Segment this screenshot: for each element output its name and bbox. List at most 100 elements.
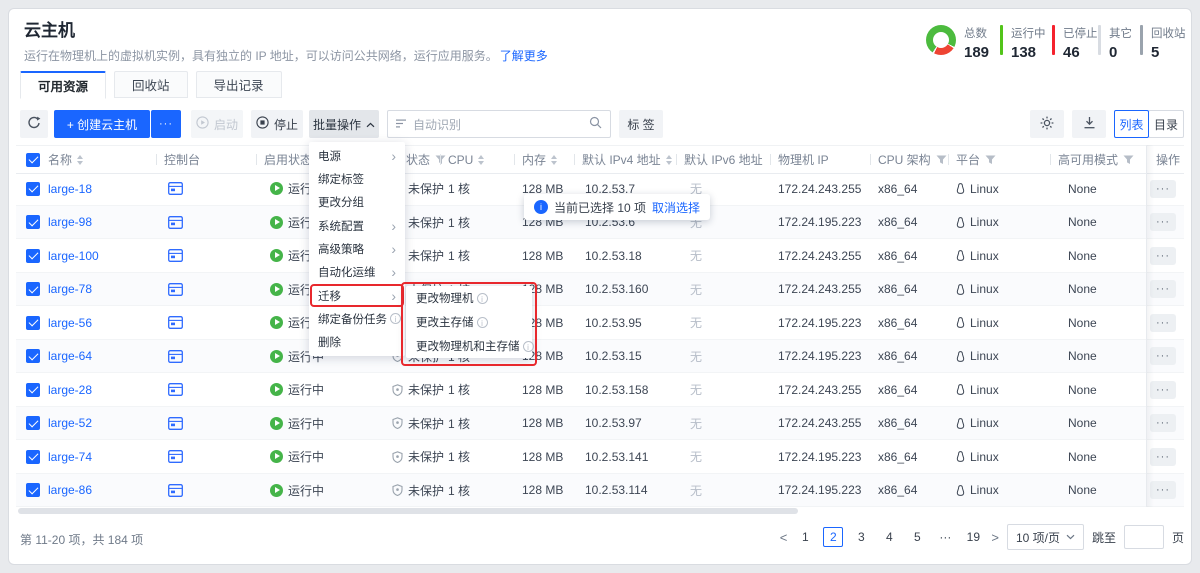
create-vm-button[interactable]: + 创建云主机 xyxy=(54,110,150,138)
settings-button[interactable] xyxy=(1030,110,1064,138)
batch-menu-item[interactable]: 迁移 › xyxy=(309,283,405,308)
header-ipv6: 默认 IPv6 地址 xyxy=(676,146,763,173)
header-ipv4[interactable]: 默认 IPv4 地址 xyxy=(574,146,672,173)
recycle-color-bar xyxy=(1140,25,1143,55)
row-checkbox[interactable] xyxy=(26,282,40,297)
jump-to-page-input[interactable] xyxy=(1123,525,1164,549)
vm-name-link[interactable]: large-28 xyxy=(48,383,92,397)
vm-name-link[interactable]: large-98 xyxy=(48,215,92,229)
row-checkbox[interactable] xyxy=(26,382,40,397)
create-more-button[interactable]: ··· xyxy=(151,110,181,138)
console-icon xyxy=(168,182,183,196)
table-row: large-56运行中未保护1 核128 MB10.2.53.95无172.24… xyxy=(16,306,1184,340)
tag-button[interactable]: 标 签 xyxy=(619,110,663,138)
console-button[interactable] xyxy=(168,407,183,441)
vm-name-link[interactable]: large-56 xyxy=(48,316,92,330)
header-name[interactable]: 名称 xyxy=(48,146,84,173)
row-checkbox[interactable] xyxy=(26,449,40,464)
other-color-bar xyxy=(1098,25,1101,55)
select-all-checkbox[interactable] xyxy=(26,152,40,167)
migrate-submenu-item[interactable]: 更改物理机和主存储 i xyxy=(406,334,534,358)
vm-name-link[interactable]: large-86 xyxy=(48,483,92,497)
view-catalog-toggle[interactable]: 目录 xyxy=(1148,110,1184,138)
vm-name-link[interactable]: large-52 xyxy=(48,416,92,430)
page-number[interactable]: 2 xyxy=(823,527,844,547)
page-number[interactable]: 3 xyxy=(851,527,871,547)
row-checkbox[interactable] xyxy=(26,349,40,364)
page-number[interactable]: 5 xyxy=(907,527,927,547)
console-button[interactable] xyxy=(168,206,183,240)
platform-cell: Linux xyxy=(956,306,999,340)
console-button[interactable] xyxy=(168,306,183,340)
view-list-toggle[interactable]: 列表 xyxy=(1114,110,1149,138)
page-number[interactable]: ··· xyxy=(935,527,955,547)
header-memory[interactable]: 内存 xyxy=(513,146,558,173)
header-cpu[interactable]: CPU xyxy=(439,146,485,173)
running-icon xyxy=(270,416,283,430)
batch-menu-item[interactable]: 删除 xyxy=(309,331,405,354)
row-checkbox[interactable] xyxy=(26,483,40,498)
page-number[interactable]: 4 xyxy=(879,527,899,547)
row-checkbox[interactable] xyxy=(26,248,40,263)
vm-name-link[interactable]: large-18 xyxy=(48,182,92,196)
migrate-submenu-item[interactable]: 更改物理机 i xyxy=(406,286,532,310)
running-icon xyxy=(270,249,283,263)
ipv4-cell: 10.2.53.114 xyxy=(585,483,648,498)
tab-recycle-bin[interactable]: 回收站 xyxy=(114,71,188,98)
console-button[interactable] xyxy=(168,440,183,474)
batch-menu-item[interactable]: 更改分组 xyxy=(309,191,405,214)
batch-operations-button[interactable]: 批量操作 xyxy=(309,110,379,138)
console-icon xyxy=(168,282,183,296)
batch-menu-item[interactable]: 绑定标签 xyxy=(309,167,405,190)
page-size-select[interactable]: 10 项/页 xyxy=(1006,524,1084,550)
host-ip-cell: 172.24.195.223 xyxy=(778,483,862,498)
console-button[interactable] xyxy=(168,273,183,307)
console-button[interactable] xyxy=(168,340,183,374)
filter-lines-icon xyxy=(396,117,407,131)
linux-icon xyxy=(956,384,965,396)
console-button[interactable] xyxy=(168,172,183,206)
console-button[interactable] xyxy=(168,474,183,508)
host-ip-cell: 172.24.243.255 xyxy=(778,282,862,297)
platform-cell: Linux xyxy=(956,407,999,441)
vm-name-link[interactable]: large-64 xyxy=(48,349,92,363)
batch-menu-item[interactable]: 高级策略 › xyxy=(309,237,405,260)
next-page-button[interactable]: > xyxy=(991,530,999,545)
cpu-cell: 1 核 xyxy=(448,215,471,230)
header-platform[interactable]: 平台 xyxy=(947,146,996,173)
cpu-arch-cell: x86_64 xyxy=(878,215,918,230)
search-input[interactable]: 自动识别 xyxy=(387,110,611,138)
batch-menu-item[interactable]: 电源 › xyxy=(309,144,405,167)
vm-name-link[interactable]: large-74 xyxy=(48,450,92,464)
header-ha-mode[interactable]: 高可用模式 xyxy=(1049,146,1134,173)
header-cpu-arch[interactable]: CPU 架构 xyxy=(870,146,947,173)
console-icon xyxy=(168,416,183,430)
vm-name-link[interactable]: large-78 xyxy=(48,282,92,296)
learn-more-link[interactable]: 了解更多 xyxy=(500,49,548,63)
batch-menu-item[interactable]: 绑定备份任务 i xyxy=(309,307,405,330)
row-checkbox[interactable] xyxy=(26,315,40,330)
start-button[interactable]: 启动 xyxy=(191,110,243,138)
page-number[interactable]: 19 xyxy=(963,527,983,547)
row-checkbox[interactable] xyxy=(26,181,40,196)
linux-icon xyxy=(956,317,965,329)
platform-cell: Linux xyxy=(956,340,999,374)
console-button[interactable] xyxy=(168,373,183,407)
batch-menu-item[interactable]: 自动化运维 › xyxy=(309,261,405,284)
deselect-link[interactable]: 取消选择 xyxy=(652,199,700,216)
tab-available-resources[interactable]: 可用资源 xyxy=(20,71,107,99)
horizontal-scrollbar[interactable] xyxy=(18,508,798,514)
export-button[interactable] xyxy=(1072,110,1106,138)
tab-export-records[interactable]: 导出记录 xyxy=(195,71,282,98)
console-button[interactable] xyxy=(168,239,183,273)
prev-page-button[interactable]: < xyxy=(780,530,788,545)
row-checkbox[interactable] xyxy=(26,215,40,230)
refresh-button[interactable] xyxy=(20,110,48,138)
page-number[interactable]: 1 xyxy=(795,527,815,547)
stop-button[interactable]: 停止 xyxy=(251,110,303,138)
row-checkbox[interactable] xyxy=(26,416,40,431)
protection-status-cell: 未保护 xyxy=(392,474,444,508)
batch-menu-item[interactable]: 系统配置 › xyxy=(309,214,405,237)
vm-name-link[interactable]: large-100 xyxy=(48,249,99,263)
migrate-submenu-item[interactable]: 更改主存储 i xyxy=(406,310,532,334)
